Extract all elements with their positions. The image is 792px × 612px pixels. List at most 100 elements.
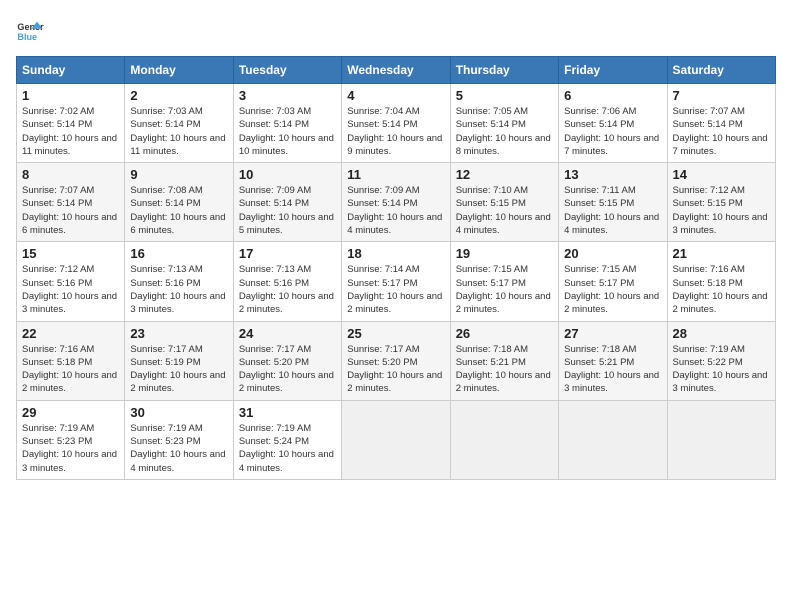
day-number: 26	[456, 326, 553, 341]
calendar-cell: 19 Sunrise: 7:15 AM Sunset: 5:17 PM Dayl…	[450, 242, 558, 321]
calendar-body: 1 Sunrise: 7:02 AM Sunset: 5:14 PM Dayli…	[17, 84, 776, 480]
day-info: Sunrise: 7:17 AM Sunset: 5:19 PM Dayligh…	[130, 343, 227, 396]
day-info: Sunrise: 7:07 AM Sunset: 5:14 PM Dayligh…	[22, 184, 119, 237]
calendar-week-row: 1 Sunrise: 7:02 AM Sunset: 5:14 PM Dayli…	[17, 84, 776, 163]
calendar-cell: 2 Sunrise: 7:03 AM Sunset: 5:14 PM Dayli…	[125, 84, 233, 163]
day-number: 22	[22, 326, 119, 341]
day-info: Sunrise: 7:15 AM Sunset: 5:17 PM Dayligh…	[564, 263, 661, 316]
calendar-cell: 26 Sunrise: 7:18 AM Sunset: 5:21 PM Dayl…	[450, 321, 558, 400]
day-number: 19	[456, 246, 553, 261]
day-number: 8	[22, 167, 119, 182]
calendar-cell: 27 Sunrise: 7:18 AM Sunset: 5:21 PM Dayl…	[559, 321, 667, 400]
day-info: Sunrise: 7:10 AM Sunset: 5:15 PM Dayligh…	[456, 184, 553, 237]
day-number: 1	[22, 88, 119, 103]
day-number: 3	[239, 88, 336, 103]
logo-icon: General Blue	[16, 16, 44, 44]
day-number: 5	[456, 88, 553, 103]
calendar-cell: 31 Sunrise: 7:19 AM Sunset: 5:24 PM Dayl…	[233, 400, 341, 479]
calendar-cell: 7 Sunrise: 7:07 AM Sunset: 5:14 PM Dayli…	[667, 84, 775, 163]
calendar-cell: 30 Sunrise: 7:19 AM Sunset: 5:23 PM Dayl…	[125, 400, 233, 479]
calendar-cell	[559, 400, 667, 479]
calendar-cell: 29 Sunrise: 7:19 AM Sunset: 5:23 PM Dayl…	[17, 400, 125, 479]
day-info: Sunrise: 7:16 AM Sunset: 5:18 PM Dayligh…	[673, 263, 770, 316]
calendar-cell: 1 Sunrise: 7:02 AM Sunset: 5:14 PM Dayli…	[17, 84, 125, 163]
calendar-week-row: 8 Sunrise: 7:07 AM Sunset: 5:14 PM Dayli…	[17, 163, 776, 242]
calendar-cell	[667, 400, 775, 479]
calendar-cell: 9 Sunrise: 7:08 AM Sunset: 5:14 PM Dayli…	[125, 163, 233, 242]
day-number: 18	[347, 246, 444, 261]
calendar-cell: 20 Sunrise: 7:15 AM Sunset: 5:17 PM Dayl…	[559, 242, 667, 321]
day-header: Thursday	[450, 57, 558, 84]
day-number: 13	[564, 167, 661, 182]
day-number: 24	[239, 326, 336, 341]
day-info: Sunrise: 7:09 AM Sunset: 5:14 PM Dayligh…	[347, 184, 444, 237]
calendar-cell: 18 Sunrise: 7:14 AM Sunset: 5:17 PM Dayl…	[342, 242, 450, 321]
calendar-cell: 3 Sunrise: 7:03 AM Sunset: 5:14 PM Dayli…	[233, 84, 341, 163]
day-number: 16	[130, 246, 227, 261]
calendar-week-row: 15 Sunrise: 7:12 AM Sunset: 5:16 PM Dayl…	[17, 242, 776, 321]
calendar-header-row: SundayMondayTuesdayWednesdayThursdayFrid…	[17, 57, 776, 84]
day-number: 28	[673, 326, 770, 341]
calendar-cell: 5 Sunrise: 7:05 AM Sunset: 5:14 PM Dayli…	[450, 84, 558, 163]
day-header: Friday	[559, 57, 667, 84]
day-number: 12	[456, 167, 553, 182]
calendar-cell: 25 Sunrise: 7:17 AM Sunset: 5:20 PM Dayl…	[342, 321, 450, 400]
day-info: Sunrise: 7:14 AM Sunset: 5:17 PM Dayligh…	[347, 263, 444, 316]
day-header: Tuesday	[233, 57, 341, 84]
day-number: 10	[239, 167, 336, 182]
calendar-cell	[450, 400, 558, 479]
day-number: 31	[239, 405, 336, 420]
calendar-cell	[342, 400, 450, 479]
day-info: Sunrise: 7:09 AM Sunset: 5:14 PM Dayligh…	[239, 184, 336, 237]
day-info: Sunrise: 7:15 AM Sunset: 5:17 PM Dayligh…	[456, 263, 553, 316]
day-number: 25	[347, 326, 444, 341]
day-header: Wednesday	[342, 57, 450, 84]
day-info: Sunrise: 7:11 AM Sunset: 5:15 PM Dayligh…	[564, 184, 661, 237]
calendar-week-row: 29 Sunrise: 7:19 AM Sunset: 5:23 PM Dayl…	[17, 400, 776, 479]
calendar-cell: 10 Sunrise: 7:09 AM Sunset: 5:14 PM Dayl…	[233, 163, 341, 242]
day-header: Saturday	[667, 57, 775, 84]
day-number: 15	[22, 246, 119, 261]
day-info: Sunrise: 7:04 AM Sunset: 5:14 PM Dayligh…	[347, 105, 444, 158]
day-number: 14	[673, 167, 770, 182]
day-header: Sunday	[17, 57, 125, 84]
svg-text:Blue: Blue	[17, 32, 37, 42]
day-number: 21	[673, 246, 770, 261]
day-info: Sunrise: 7:13 AM Sunset: 5:16 PM Dayligh…	[239, 263, 336, 316]
calendar-cell: 11 Sunrise: 7:09 AM Sunset: 5:14 PM Dayl…	[342, 163, 450, 242]
day-info: Sunrise: 7:19 AM Sunset: 5:23 PM Dayligh…	[130, 422, 227, 475]
day-info: Sunrise: 7:02 AM Sunset: 5:14 PM Dayligh…	[22, 105, 119, 158]
day-number: 27	[564, 326, 661, 341]
calendar-cell: 12 Sunrise: 7:10 AM Sunset: 5:15 PM Dayl…	[450, 163, 558, 242]
day-info: Sunrise: 7:18 AM Sunset: 5:21 PM Dayligh…	[564, 343, 661, 396]
calendar-cell: 14 Sunrise: 7:12 AM Sunset: 5:15 PM Dayl…	[667, 163, 775, 242]
day-info: Sunrise: 7:19 AM Sunset: 5:24 PM Dayligh…	[239, 422, 336, 475]
calendar-cell: 24 Sunrise: 7:17 AM Sunset: 5:20 PM Dayl…	[233, 321, 341, 400]
day-info: Sunrise: 7:06 AM Sunset: 5:14 PM Dayligh…	[564, 105, 661, 158]
day-header: Monday	[125, 57, 233, 84]
day-info: Sunrise: 7:16 AM Sunset: 5:18 PM Dayligh…	[22, 343, 119, 396]
day-info: Sunrise: 7:19 AM Sunset: 5:22 PM Dayligh…	[673, 343, 770, 396]
day-number: 4	[347, 88, 444, 103]
day-info: Sunrise: 7:17 AM Sunset: 5:20 PM Dayligh…	[347, 343, 444, 396]
day-number: 30	[130, 405, 227, 420]
calendar-cell: 21 Sunrise: 7:16 AM Sunset: 5:18 PM Dayl…	[667, 242, 775, 321]
day-info: Sunrise: 7:05 AM Sunset: 5:14 PM Dayligh…	[456, 105, 553, 158]
day-info: Sunrise: 7:13 AM Sunset: 5:16 PM Dayligh…	[130, 263, 227, 316]
day-number: 23	[130, 326, 227, 341]
day-info: Sunrise: 7:17 AM Sunset: 5:20 PM Dayligh…	[239, 343, 336, 396]
day-number: 29	[22, 405, 119, 420]
calendar-cell: 15 Sunrise: 7:12 AM Sunset: 5:16 PM Dayl…	[17, 242, 125, 321]
calendar-cell: 6 Sunrise: 7:06 AM Sunset: 5:14 PM Dayli…	[559, 84, 667, 163]
day-info: Sunrise: 7:03 AM Sunset: 5:14 PM Dayligh…	[130, 105, 227, 158]
day-info: Sunrise: 7:07 AM Sunset: 5:14 PM Dayligh…	[673, 105, 770, 158]
calendar-cell: 13 Sunrise: 7:11 AM Sunset: 5:15 PM Dayl…	[559, 163, 667, 242]
calendar-cell: 22 Sunrise: 7:16 AM Sunset: 5:18 PM Dayl…	[17, 321, 125, 400]
day-info: Sunrise: 7:08 AM Sunset: 5:14 PM Dayligh…	[130, 184, 227, 237]
logo: General Blue	[16, 16, 44, 44]
day-number: 11	[347, 167, 444, 182]
day-info: Sunrise: 7:18 AM Sunset: 5:21 PM Dayligh…	[456, 343, 553, 396]
calendar-cell: 28 Sunrise: 7:19 AM Sunset: 5:22 PM Dayl…	[667, 321, 775, 400]
day-number: 2	[130, 88, 227, 103]
day-number: 9	[130, 167, 227, 182]
